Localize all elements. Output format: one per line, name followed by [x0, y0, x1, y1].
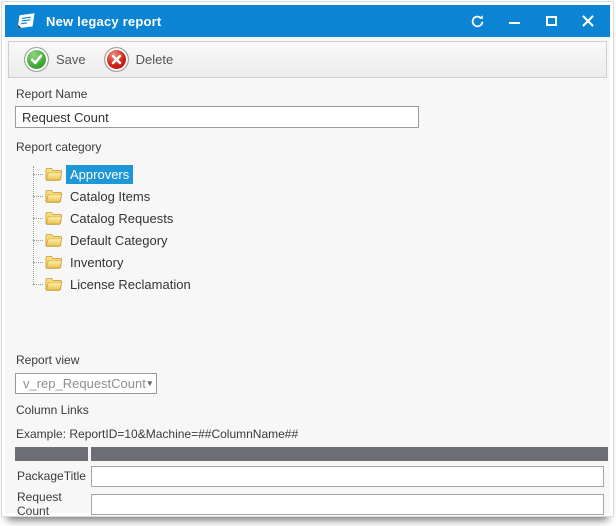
- tree-item-label: Catalog Items: [66, 187, 154, 206]
- refresh-icon: [470, 14, 485, 29]
- report-view-dropdown[interactable]: v_rep_RequestCount ▼: [15, 373, 157, 394]
- table-row: PackageTitle: [15, 463, 608, 489]
- report-view-label: Report view: [16, 353, 602, 367]
- tree-item-label: Approvers: [66, 165, 133, 184]
- dialog-window: New legacy report: [2, 2, 613, 516]
- table-header-cell: [15, 447, 88, 461]
- column-link-input-packagetitle[interactable]: [91, 466, 604, 487]
- tree-item-label: License Reclamation: [66, 275, 195, 294]
- report-view-value: v_rep_RequestCount: [23, 376, 146, 391]
- folder-icon: [45, 167, 62, 181]
- column-links-table: PackageTitle Request Count: [15, 447, 608, 517]
- chevron-down-icon: ▼: [146, 379, 154, 388]
- tree-item-label: Default Category: [66, 231, 172, 250]
- report-name-label: Report Name: [16, 87, 602, 101]
- minimize-button[interactable]: [504, 11, 524, 31]
- table-header-cell: [91, 447, 608, 461]
- table-header-row: [15, 447, 608, 461]
- save-check-icon: [24, 47, 49, 72]
- folder-icon: [45, 277, 62, 291]
- category-tree: Approvers Catalog Items Catalog Requests…: [21, 163, 602, 295]
- delete-label: Delete: [136, 52, 174, 67]
- report-name-input[interactable]: [15, 106, 419, 128]
- refresh-button[interactable]: [467, 11, 487, 31]
- column-link-label: PackageTitle: [15, 469, 91, 483]
- save-label: Save: [56, 52, 86, 67]
- folder-icon: [45, 255, 62, 269]
- tree-item-catalog-requests[interactable]: Catalog Requests: [21, 207, 602, 229]
- tree-item-inventory[interactable]: Inventory: [21, 251, 602, 273]
- tree-item-catalog-items[interactable]: Catalog Items: [21, 185, 602, 207]
- tree-item-license-reclamation[interactable]: License Reclamation: [21, 273, 602, 295]
- table-row: Request Count: [15, 491, 608, 517]
- tree-item-default-category[interactable]: Default Category: [21, 229, 602, 251]
- folder-icon: [45, 233, 62, 247]
- folder-icon: [45, 189, 62, 203]
- delete-button[interactable]: Delete: [95, 47, 183, 72]
- save-button[interactable]: Save: [15, 47, 95, 72]
- tree-item-label: Catalog Requests: [66, 209, 177, 228]
- note-pencil-icon: [15, 11, 37, 31]
- column-links-label: Column Links: [16, 403, 602, 417]
- window-controls: [467, 11, 598, 31]
- column-link-label: Request Count: [15, 490, 91, 518]
- toolbar: Save Delete: [8, 41, 607, 78]
- report-category-label: Report category: [16, 140, 602, 154]
- dialog-content: Report Name Report category Approvers Ca…: [5, 78, 610, 517]
- maximize-icon: [546, 16, 557, 26]
- maximize-button[interactable]: [541, 11, 561, 31]
- tree-item-label: Inventory: [66, 253, 127, 272]
- minimize-icon: [509, 22, 520, 24]
- close-icon: [582, 15, 594, 27]
- delete-x-icon: [104, 47, 129, 72]
- close-button[interactable]: [578, 11, 598, 31]
- window-title: New legacy report: [46, 14, 467, 29]
- column-links-example: Example: ReportID=10&Machine=##ColumnNam…: [16, 427, 602, 441]
- titlebar: New legacy report: [5, 5, 610, 37]
- tree-item-approvers[interactable]: Approvers: [21, 163, 602, 185]
- column-link-input-request-count[interactable]: [91, 494, 604, 515]
- folder-icon: [45, 211, 62, 225]
